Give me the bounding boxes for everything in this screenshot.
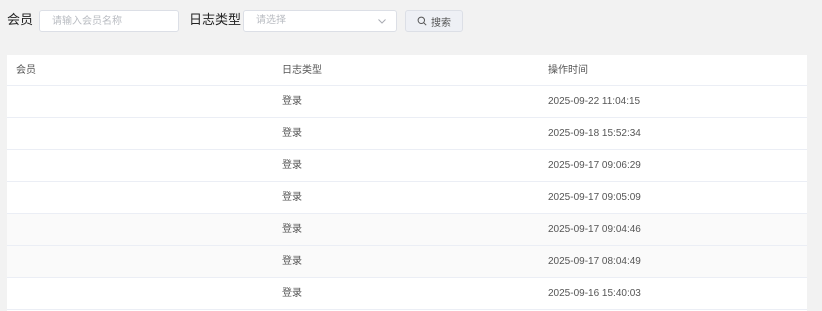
search-button[interactable]: 搜索 [405, 10, 463, 32]
table-header: 会员 日志类型 操作时间 [7, 55, 807, 86]
page-gutter [807, 55, 822, 311]
log-type-label: 日志类型 [189, 12, 242, 27]
cell-log-type: 登录 [282, 288, 302, 299]
table-row[interactable]: 登录 2025-09-17 09:06:29 [7, 150, 807, 182]
cell-time: 2025-09-17 08:04:49 [548, 256, 641, 267]
cell-time: 2025-09-17 09:06:29 [548, 160, 641, 171]
search-button-label: 搜索 [431, 17, 451, 29]
table-row[interactable]: 登录 2025-09-18 15:52:34 [7, 118, 807, 150]
cell-time: 2025-09-18 15:52:34 [548, 128, 641, 139]
log-type-select-placeholder: 请选择 [256, 15, 286, 26]
cell-log-type: 登录 [282, 160, 302, 171]
table-row[interactable]: 登录 2025-09-22 11:04:15 [7, 86, 807, 118]
column-header-time: 操作时间 [548, 65, 588, 76]
member-name-input[interactable] [39, 10, 179, 32]
cell-log-type: 登录 [282, 128, 302, 139]
filter-bar: 会员 日志类型 请选择 搜索 [0, 0, 822, 44]
table-row[interactable]: 登录 2025-09-17 09:04:46 [7, 214, 807, 246]
log-table: 会员 日志类型 操作时间 登录 2025-09-22 11:04:15 登录 2… [7, 55, 807, 311]
cell-time: 2025-09-17 09:04:46 [548, 224, 641, 235]
cell-log-type: 登录 [282, 224, 302, 235]
member-label: 会员 [7, 12, 34, 27]
column-header-member: 会员 [16, 65, 36, 76]
column-header-log-type: 日志类型 [282, 65, 322, 76]
search-icon [417, 16, 427, 26]
table-row[interactable]: 登录 2025-09-17 09:05:09 [7, 182, 807, 214]
cell-log-type: 登录 [282, 192, 302, 203]
chevron-down-icon [378, 19, 386, 24]
cell-time: 2025-09-17 09:05:09 [548, 192, 641, 203]
cell-log-type: 登录 [282, 96, 302, 107]
cell-log-type: 登录 [282, 256, 302, 267]
cell-time: 2025-09-16 15:40:03 [548, 288, 641, 299]
table-row[interactable]: 登录 2025-09-16 15:40:03 [7, 278, 807, 310]
table-row[interactable]: 登录 2025-09-17 08:04:49 [7, 246, 807, 278]
log-type-select[interactable]: 请选择 [243, 10, 397, 32]
cell-time: 2025-09-22 11:04:15 [548, 96, 641, 107]
